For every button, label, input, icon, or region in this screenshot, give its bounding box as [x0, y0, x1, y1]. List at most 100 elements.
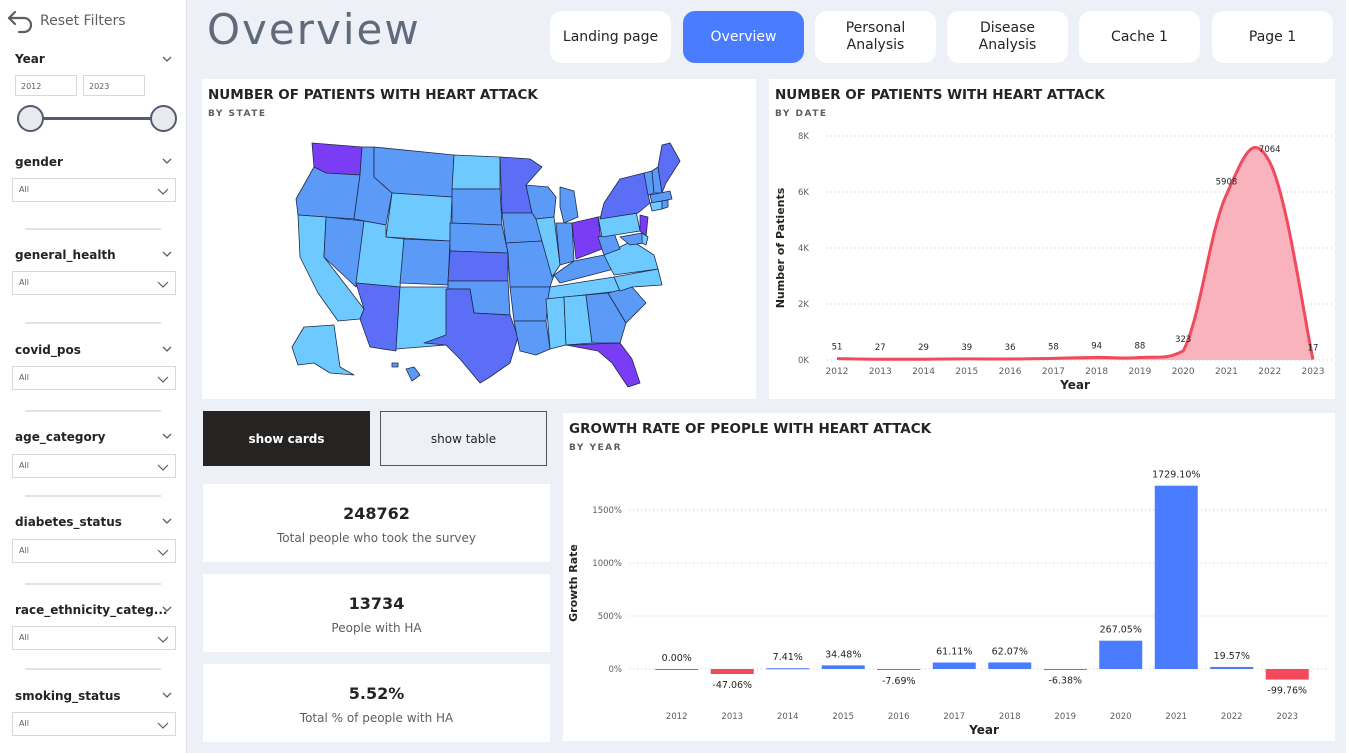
chevron-down-icon[interactable] — [161, 515, 173, 527]
data-label: 61.11% — [936, 647, 972, 658]
x-tick-label: 2015 — [832, 712, 854, 722]
data-label: 94 — [1091, 341, 1102, 351]
chevron-down-icon — [157, 281, 169, 288]
covid-pos-dropdown[interactable]: All — [12, 366, 176, 390]
x-tick-label: 2018 — [999, 712, 1021, 722]
x-tick-label: 2017 — [1042, 367, 1065, 377]
x-tick-label: 2017 — [943, 712, 965, 722]
map-state-me — [657, 142, 681, 194]
data-label: 7064 — [1259, 145, 1281, 155]
diabetes-status-dropdown[interactable]: All — [12, 539, 176, 563]
nav-overview[interactable]: Overview — [683, 11, 804, 63]
chevron-down-icon[interactable] — [161, 248, 173, 260]
slicer-divider — [25, 495, 161, 497]
map-panel: NUMBER OF PATIENTS WITH HEART ATTACK BY … — [202, 79, 756, 399]
diabetes-status-slicer-title: diabetes_status — [15, 515, 122, 529]
kpi-label: People with HA — [331, 621, 422, 635]
map-state-ri — [661, 199, 669, 210]
page-title: Overview — [207, 5, 421, 54]
map-subtitle: BY STATE — [208, 109, 267, 119]
map-state-az — [355, 282, 401, 352]
nav-landing-page[interactable]: Landing page — [550, 11, 671, 63]
y-tick-label: 1500% — [592, 506, 622, 516]
age-category-slicer-title: age_category — [15, 430, 106, 444]
year-from-input[interactable]: 2012 — [15, 75, 77, 96]
kpi-card-percent-ha: 5.52% Total % of people with HA — [203, 664, 550, 742]
year-slider-start-handle[interactable] — [17, 105, 44, 132]
kpi-value: 5.52% — [348, 684, 405, 703]
map-state-ct — [649, 200, 663, 212]
chevron-down-icon[interactable] — [161, 53, 173, 65]
slicer-divider — [25, 228, 161, 230]
x-tick-label: 2014 — [912, 367, 935, 377]
year-slicer-title: Year — [15, 52, 45, 66]
bar-2021 — [1154, 485, 1198, 669]
map-state-de — [641, 232, 649, 246]
data-label: 5908 — [1216, 178, 1238, 188]
year-slider-track[interactable] — [30, 117, 164, 120]
nav-disease-analysis[interactable]: Disease Analysis — [947, 11, 1068, 63]
nav-page-1[interactable]: Page 1 — [1212, 11, 1333, 63]
bar-2023 — [1265, 669, 1309, 680]
y-tick-label: 0% — [609, 665, 623, 675]
x-tick-label: 2016 — [888, 712, 910, 722]
chevron-down-icon[interactable] — [161, 603, 173, 615]
x-tick-label: 2023 — [1302, 367, 1325, 377]
age-category-dropdown[interactable]: All — [12, 454, 176, 478]
year-to-input[interactable]: 2023 — [83, 75, 145, 96]
x-tick-label: 2021 — [1165, 712, 1187, 722]
growth-chart-panel: GROWTH RATE OF PEOPLE WITH HEART ATTACK … — [563, 413, 1335, 741]
map-state-ar — [509, 286, 551, 322]
show-cards-button[interactable]: show cards — [203, 411, 370, 466]
date-area-chart[interactable]: 0K 2K 4K 6K 8K 2012 2013 2014 2015 2016 2017 2018 20… — [769, 79, 1335, 399]
smoking-status-dropdown[interactable]: All — [12, 712, 176, 736]
map-state-nd — [451, 154, 501, 190]
general-health-dropdown[interactable]: All — [12, 271, 176, 295]
chevron-down-icon — [157, 464, 169, 471]
growth-bar-chart[interactable]: 0% 500% 1000% 1500% 0.00% 2012 -47.06% 2013 7.41… — [563, 413, 1335, 741]
x-axis-title: Year — [968, 723, 999, 737]
chevron-down-icon — [157, 636, 169, 643]
bar-2013 — [710, 669, 754, 674]
x-tick-label: 2015 — [955, 367, 978, 377]
bar-2020 — [1099, 640, 1143, 669]
data-label: 51 — [832, 343, 843, 353]
show-table-button[interactable]: show table — [380, 411, 547, 466]
y-tick-label: 2K — [798, 300, 809, 310]
chevron-down-icon[interactable] — [161, 689, 173, 701]
year-slider-end-handle[interactable] — [150, 105, 177, 132]
map-state-co — [399, 238, 451, 286]
y-tick-label: 6K — [798, 188, 809, 198]
map-state-wy — [385, 192, 453, 242]
y-tick-label: 1000% — [592, 559, 622, 569]
general-health-slicer-title: general_health — [15, 248, 116, 262]
data-label: 62.07% — [992, 646, 1028, 657]
nav-cache-1[interactable]: Cache 1 — [1079, 11, 1200, 63]
filter-sidebar: Reset Filters Year 2012 2023 gender All … — [0, 0, 187, 753]
map-state-mi — [559, 186, 579, 224]
data-label: 17 — [1308, 344, 1319, 354]
race-ethnicity-dropdown[interactable]: All — [12, 626, 176, 650]
us-state-map[interactable] — [274, 137, 694, 387]
x-tick-label: 2020 — [1110, 712, 1132, 722]
slicer-divider — [25, 322, 161, 324]
map-state-or — [295, 166, 361, 220]
data-label: -7.69% — [882, 676, 916, 687]
data-label: 58 — [1048, 342, 1059, 352]
chevron-down-icon[interactable] — [161, 155, 173, 167]
reset-filters-label: Reset Filters — [40, 13, 126, 29]
slicer-divider — [25, 583, 161, 585]
nav-personal-analysis[interactable]: Personal Analysis — [815, 11, 936, 63]
gender-dropdown[interactable]: All — [12, 178, 176, 202]
data-label: 39 — [961, 343, 972, 353]
chevron-down-icon[interactable] — [161, 343, 173, 355]
chevron-down-icon — [157, 376, 169, 383]
data-label: -6.38% — [1048, 676, 1082, 687]
data-label: 34.48% — [825, 649, 861, 660]
data-label: 1729.10% — [1152, 470, 1200, 481]
reset-filters-button[interactable]: Reset Filters — [6, 6, 126, 36]
chevron-down-icon[interactable] — [161, 430, 173, 442]
bar-2018 — [988, 662, 1032, 669]
map-state-ny — [599, 172, 651, 220]
map-state-hi-2 — [391, 362, 399, 368]
